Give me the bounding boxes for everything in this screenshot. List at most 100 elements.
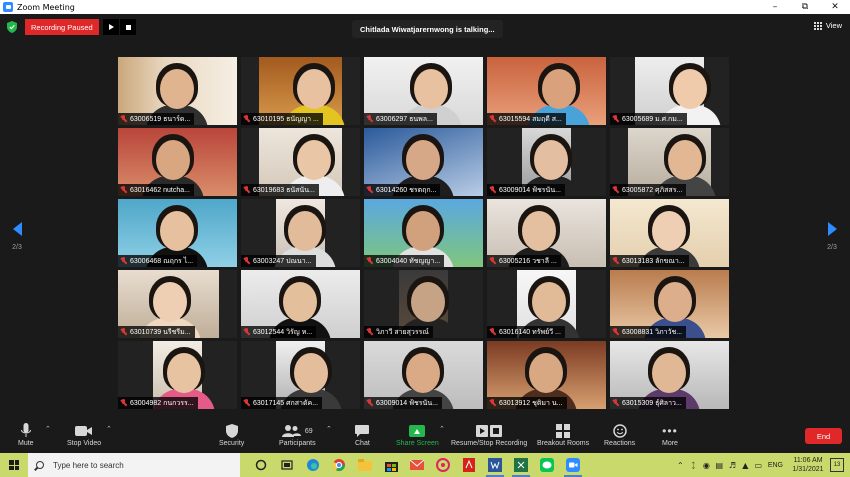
muted-microphone-icon <box>243 115 250 123</box>
audio-options-caret-icon[interactable]: ⌃ <box>45 425 51 433</box>
minimize-icon[interactable]: – <box>760 0 790 14</box>
participant-tile[interactable]: 63009014 ฟ้ชรนัน... <box>487 128 606 196</box>
chat-icon <box>355 422 370 440</box>
participant-tile[interactable]: 63013183 ลักขณา... <box>610 199 729 267</box>
next-page-button[interactable]: 2/3 <box>822 222 842 251</box>
mute-button[interactable]: Mute <box>18 422 34 447</box>
photos-icon[interactable] <box>430 453 456 477</box>
mail-icon[interactable] <box>404 453 430 477</box>
recording-controls-icon <box>476 422 503 440</box>
participant-face <box>529 353 563 393</box>
resume-recording-button[interactable] <box>103 19 119 35</box>
participant-tile[interactable]: 63005216 วชาลี ... <box>487 199 606 267</box>
view-button[interactable]: View <box>813 21 842 30</box>
participant-tile[interactable]: 63009014 ฟ้ชรนัน... <box>364 341 483 409</box>
participant-name-label: 63013912 ชุติมา น... <box>487 397 567 409</box>
acrobat-icon[interactable] <box>456 453 482 477</box>
participant-name-label: 63016462 nutcha... <box>118 184 194 196</box>
breakout-rooms-button[interactable]: Breakout Rooms <box>537 422 589 447</box>
zoom-icon[interactable] <box>560 453 586 477</box>
show-hidden-icons-icon[interactable]: ⌃ <box>674 461 687 470</box>
share-screen-button[interactable]: Share Screen <box>396 422 439 447</box>
participant-name: 63015309 ธุ์ศิลาว... <box>622 399 682 407</box>
participant-tile[interactable]: 63017145 ศกสาดัค... <box>241 341 360 409</box>
participant-tile[interactable]: 63004982 กนกวรร... <box>118 341 237 409</box>
active-speaker-indicator: Chitlada Wiwatjarernwong is talking... <box>352 20 503 38</box>
participant-name: 63005216 วชาลี ... <box>499 257 557 265</box>
store-icon[interactable] <box>378 453 404 477</box>
zoom-app-icon <box>3 2 13 12</box>
participant-tile[interactable]: 63016140 ทรัพย์วี ... <box>487 270 606 338</box>
participant-tile[interactable]: 63005689 ม.ศ.กม... <box>610 57 729 125</box>
participant-face <box>522 211 556 251</box>
participant-tile[interactable]: 63019683 ธนัสนัน... <box>241 128 360 196</box>
participant-tile[interactable]: วิภาวี สายสุวรรณ์ <box>364 270 483 338</box>
stop-video-button[interactable]: Stop Video <box>67 422 101 447</box>
muted-microphone-icon <box>243 328 250 336</box>
cortana-icon[interactable] <box>248 453 274 477</box>
participant-tile[interactable]: 63015594 สมฤดี ส... <box>487 57 606 125</box>
participant-tile[interactable]: 63005872 ศุภิสสร... <box>610 128 729 196</box>
notification-count: 13 <box>833 462 841 468</box>
muted-microphone-icon <box>366 186 373 194</box>
video-options-caret-icon[interactable]: ⌃ <box>106 425 112 433</box>
antivirus-icon[interactable]: ◉ <box>700 461 713 470</box>
stop-recording-button[interactable] <box>120 19 136 35</box>
participant-tile[interactable]: 63013912 ชุติมา น... <box>487 341 606 409</box>
participant-tile[interactable]: 63012544 วิรัญ ห... <box>241 270 360 338</box>
close-icon[interactable]: ✕ <box>820 0 850 14</box>
more-button[interactable]: ••• More <box>662 422 678 447</box>
previous-page-button[interactable]: 2/3 <box>7 222 27 251</box>
chrome-icon[interactable] <box>326 453 352 477</box>
taskbar-search-box[interactable]: Type here to search <box>28 453 240 477</box>
line-icon[interactable] <box>534 453 560 477</box>
task-view-icon[interactable] <box>274 453 300 477</box>
participant-tile[interactable]: 63008831 วิภาวัช... <box>610 270 729 338</box>
edge-icon[interactable] <box>300 453 326 477</box>
security-button[interactable]: Security <box>219 422 244 447</box>
excel-icon[interactable] <box>508 453 534 477</box>
bluetooth-icon[interactable]: ᛨ <box>687 461 700 470</box>
end-meeting-button[interactable]: End <box>805 428 842 444</box>
volume-icon[interactable]: ♬ <box>726 461 739 470</box>
participants-label: Participants <box>279 440 316 447</box>
participant-tile[interactable]: 63006519 ธนาร์ด... <box>118 57 237 125</box>
muted-microphone-icon <box>120 186 127 194</box>
participant-tile[interactable]: 63010195 ธนัญญา ... <box>241 57 360 125</box>
network-icon[interactable]: ▤ <box>713 461 726 470</box>
stop-icon <box>125 24 131 30</box>
muted-microphone-icon <box>366 115 373 123</box>
participant-tile[interactable]: 63006468 ณฤกร ไ... <box>118 199 237 267</box>
word-icon[interactable] <box>482 453 508 477</box>
wifi-icon[interactable]: ▲ <box>739 461 752 470</box>
resume-stop-recording-button[interactable]: Resume/Stop Recording <box>451 422 527 447</box>
reactions-button[interactable]: Reactions <box>604 422 635 447</box>
share-options-caret-icon[interactable]: ⌃ <box>439 425 445 433</box>
participants-options-caret-icon[interactable]: ⌃ <box>326 425 332 433</box>
maximize-icon[interactable]: ⧉ <box>790 0 820 14</box>
video-camera-icon <box>75 422 93 440</box>
participant-tile[interactable]: 63004040 ทัชญญา... <box>364 199 483 267</box>
participant-name: 63008831 วิภาวัช... <box>622 328 683 336</box>
participants-button[interactable]: 69 Participants <box>279 422 316 447</box>
battery-icon[interactable]: ▭ <box>752 461 765 470</box>
participant-tile[interactable]: 63006297 ธนพล... <box>364 57 483 125</box>
start-button[interactable] <box>0 453 28 477</box>
language-indicator[interactable]: ENG <box>768 462 783 469</box>
participant-name-label: 63009014 ฟ้ชรนัน... <box>487 184 565 196</box>
participant-tile[interactable]: 63003247 ปณนา... <box>241 199 360 267</box>
participant-name-label: 63003247 ปณนา... <box>241 255 316 267</box>
participant-name: 63014260 ชรตฤก... <box>376 186 437 194</box>
participants-icon: 69 <box>281 422 313 440</box>
participant-tile[interactable]: 63010739 นรีชรีม... <box>118 270 237 338</box>
file-explorer-icon[interactable] <box>352 453 378 477</box>
participant-tile[interactable]: 63014260 ชรตฤก... <box>364 128 483 196</box>
chat-button[interactable]: Chat <box>355 422 370 447</box>
participant-name-label: 63015594 สมฤดี ส... <box>487 113 566 125</box>
participant-tile[interactable]: 63015309 ธุ์ศิลาว... <box>610 341 729 409</box>
clock[interactable]: 11:06 AM 1/31/2021 <box>789 456 827 474</box>
notification-center-icon[interactable]: 13 <box>830 458 844 472</box>
participant-name: 63006519 ธนาร์ด... <box>130 115 191 123</box>
shield-icon[interactable] <box>7 21 17 33</box>
participant-tile[interactable]: 63016462 nutcha... <box>118 128 237 196</box>
